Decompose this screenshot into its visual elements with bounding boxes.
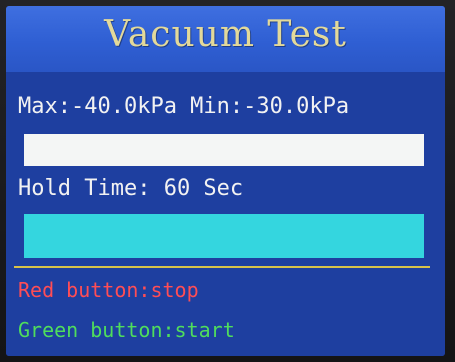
lcd-screen: Vacuum Test Max:-40.0kPa Min:-30.0kPa Ho…: [6, 6, 445, 356]
hold-time-bar: [24, 214, 424, 258]
hold-time-text: Hold Time: 60 Sec: [18, 176, 244, 201]
main-panel: Max:-40.0kPa Min:-30.0kPa Hold Time: 60 …: [6, 72, 445, 356]
divider: [14, 266, 430, 268]
pressure-range-text: Max:-40.0kPa Min:-30.0kPa: [18, 94, 350, 119]
page-title: Vacuum Test: [104, 14, 347, 55]
pressure-bar: [24, 134, 424, 166]
device-bezel: Vacuum Test Max:-40.0kPa Min:-30.0kPa Ho…: [0, 0, 455, 362]
start-instruction: Green button:start: [18, 318, 235, 342]
title-bar: Vacuum Test: [6, 6, 445, 72]
stop-instruction: Red button:stop: [18, 278, 199, 302]
